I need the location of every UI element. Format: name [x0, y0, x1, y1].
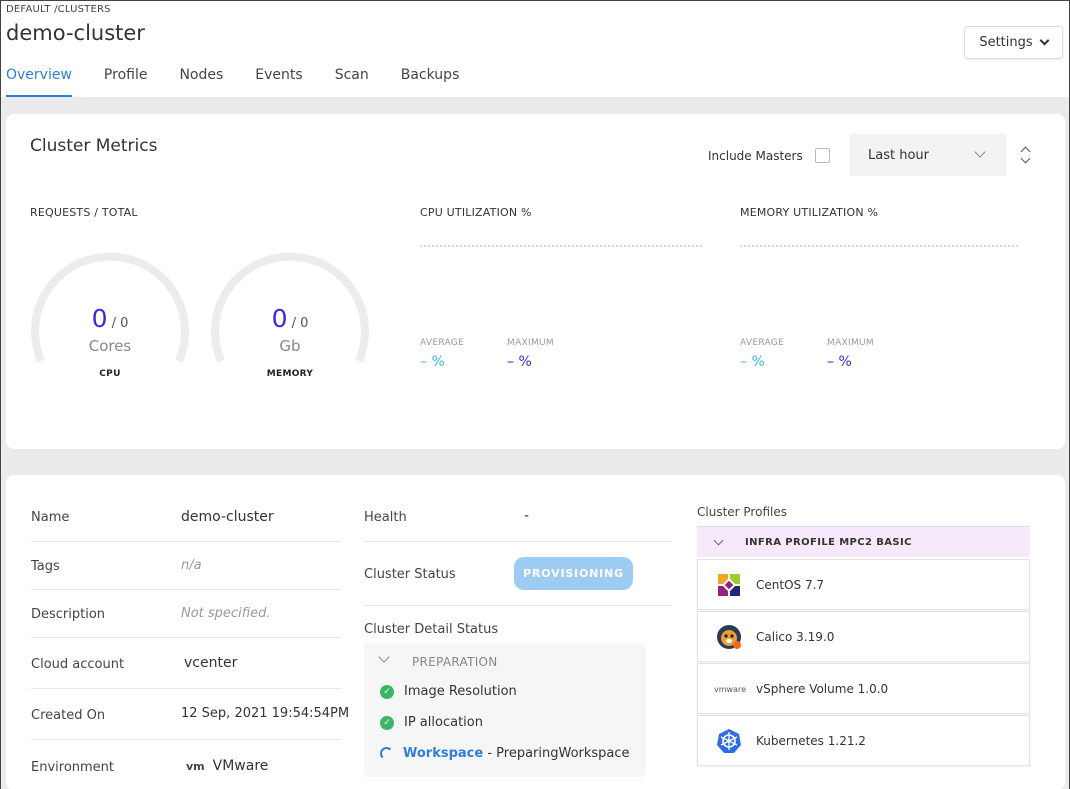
cluster-profiles-title: Cluster Profiles: [697, 505, 787, 519]
cluster-details-card: Name demo-cluster Tags n/a Description N…: [6, 475, 1065, 789]
cluster-detail-status-label: Cluster Detail Status: [364, 622, 499, 637]
requests-total-label: REQUESTS / TOTAL: [30, 206, 138, 219]
memory-maximum-value: – %: [827, 354, 852, 370]
step-image-resolution: ✓ Image Resolution: [380, 684, 517, 699]
cluster-status-badge: PROVISIONING: [514, 557, 633, 590]
cpu-caption: CPU: [99, 369, 121, 379]
environment-value: VMware: [212, 758, 269, 774]
tab-overview[interactable]: Overview: [6, 65, 72, 97]
step-workspace: Workspace - PreparingWorkspace: [380, 746, 630, 761]
calico-icon: [717, 625, 741, 649]
tab-nodes[interactable]: Nodes: [179, 65, 223, 97]
header: DEFAULT /CLUSTERS demo-cluster Settings …: [1, 1, 1069, 97]
metrics-title: Cluster Metrics: [30, 136, 158, 156]
cpu-average-value: – %: [420, 354, 445, 370]
expand-collapse-icon[interactable]: [1020, 144, 1032, 166]
cpu-requested-value: 0: [91, 304, 108, 333]
profile-layer-kubernetes[interactable]: Kubernetes 1.21.2: [697, 715, 1030, 766]
workspace-link[interactable]: Workspace: [403, 746, 483, 761]
cpu-utilization-label: CPU UTILIZATION %: [420, 206, 532, 219]
name-value: demo-cluster: [181, 509, 274, 525]
chevron-down-icon: [713, 535, 724, 546]
stage-label: PREPARATION: [412, 655, 498, 669]
settings-button[interactable]: Settings: [964, 26, 1063, 59]
chevron-down-icon[interactable]: [378, 651, 390, 663]
vmware-icon: vm: [186, 759, 205, 773]
cluster-metrics-card: Cluster Metrics Include Masters Last hou…: [6, 114, 1065, 449]
environment-label: Environment: [31, 760, 115, 775]
include-masters-toggle[interactable]: Include Masters: [708, 148, 830, 163]
profile-layer-calico[interactable]: Calico 3.19.0: [697, 611, 1030, 662]
vmware-icon: vmware: [714, 684, 747, 694]
environment-value-group: vm VMware: [186, 758, 268, 774]
profile-layer-vsphere[interactable]: vmware vSphere Volume 1.0.0: [697, 663, 1030, 714]
memory-utilization-label: MEMORY UTILIZATION %: [740, 206, 879, 219]
memory-total-value: / 0: [291, 316, 309, 331]
check-icon: ✓: [380, 715, 394, 730]
profile-name: INFRA PROFILE MPC2 BASIC: [745, 536, 912, 548]
tab-backups[interactable]: Backups: [401, 65, 460, 97]
memory-utilization-chart: [740, 245, 1018, 247]
description-label: Description: [31, 607, 106, 622]
cpu-utilization-chart: [420, 245, 702, 247]
created-on-label: Created On: [31, 708, 106, 723]
memory-average-label: AVERAGE: [740, 338, 785, 348]
timeframe-value: Last hour: [868, 147, 929, 163]
profile-layer-centos[interactable]: CentOS 7.7: [697, 559, 1030, 610]
cluster-status-label: Cluster Status: [364, 567, 456, 582]
page-title: demo-cluster: [6, 21, 145, 45]
tags-value: n/a: [181, 558, 202, 573]
memory-maximum-label: MAXIMUM: [827, 338, 874, 348]
breadcrumb[interactable]: DEFAULT /CLUSTERS: [6, 4, 111, 15]
layer-label: CentOS 7.7: [756, 577, 825, 592]
centos-icon: [718, 574, 740, 596]
tags-label: Tags: [31, 559, 60, 574]
detail-status-panel: PREPARATION ✓ Image Resolution ✓ IP allo…: [364, 643, 646, 777]
cpu-average-label: AVERAGE: [420, 338, 465, 348]
cpu-unit: Cores: [88, 337, 132, 355]
tab-events[interactable]: Events: [255, 65, 302, 97]
step-ip-allocation: ✓ IP allocation: [380, 715, 483, 730]
timeframe-select[interactable]: Last hour: [850, 134, 1006, 176]
memory-average-value: – %: [740, 354, 765, 370]
chevron-down-icon: [974, 146, 986, 158]
health-value: -: [524, 508, 530, 524]
profile-header[interactable]: INFRA PROFILE MPC2 BASIC: [697, 526, 1030, 557]
health-label: Health: [364, 510, 407, 525]
description-value: Not specified.: [181, 606, 271, 621]
cpu-gauge: 0 / 0 Cores CPU: [29, 240, 191, 390]
cloud-account-value[interactable]: vcenter: [184, 655, 237, 671]
name-label: Name: [31, 510, 70, 525]
tab-scan[interactable]: Scan: [335, 65, 369, 97]
tab-bar: Overview Profile Nodes Events Scan Backu…: [6, 65, 491, 97]
memory-gauge: 0 / 0 Gb MEMORY: [209, 240, 371, 390]
memory-requested-value: 0: [271, 304, 288, 333]
memory-caption: MEMORY: [266, 369, 314, 379]
memory-unit: Gb: [279, 337, 301, 355]
include-masters-label: Include Masters: [708, 148, 803, 163]
tab-profile[interactable]: Profile: [104, 65, 148, 97]
cpu-maximum-label: MAXIMUM: [507, 338, 554, 348]
chevron-down-icon: [1039, 35, 1050, 46]
layer-label: Kubernetes 1.21.2: [756, 733, 866, 748]
layer-label: Calico 3.19.0: [756, 629, 835, 644]
layer-label: vSphere Volume 1.0.0: [756, 681, 889, 696]
workspace-status: - PreparingWorkspace: [483, 746, 630, 761]
kubernetes-icon: [717, 729, 741, 753]
cpu-total-value: / 0: [111, 316, 129, 331]
include-masters-checkbox[interactable]: [814, 148, 830, 163]
created-on-value: 12 Sep, 2021 19:54:54PM: [181, 706, 350, 721]
cloud-account-label: Cloud account: [31, 657, 125, 672]
cpu-maximum-value: – %: [507, 354, 532, 370]
spinner-icon: [380, 747, 393, 760]
settings-label: Settings: [979, 35, 1033, 50]
check-icon: ✓: [380, 684, 394, 699]
